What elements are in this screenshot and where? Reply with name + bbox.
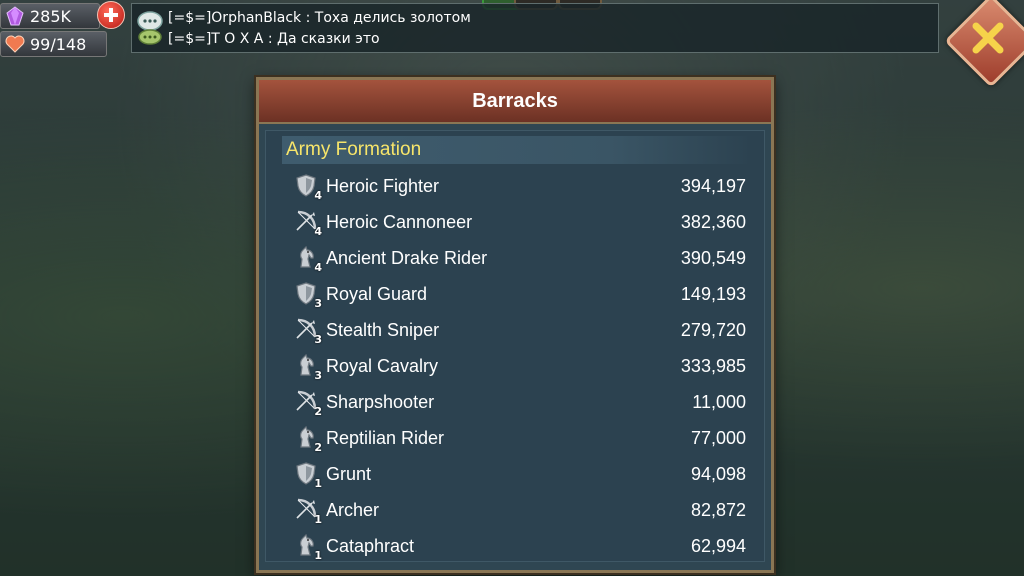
gems-value: 285K — [30, 6, 72, 26]
horse-icon: 2 — [294, 425, 322, 454]
bow-icon: 3 — [294, 317, 322, 346]
troop-tier: 3 — [314, 297, 322, 310]
troop-name: Heroic Cannoneer — [326, 211, 473, 232]
bow-icon: 1 — [294, 497, 322, 526]
troop-name: Grunt — [326, 463, 372, 484]
troop-name: Royal Cavalry — [326, 355, 439, 376]
troop-tier: 1 — [314, 549, 322, 562]
troop-count: 94,098 — [690, 463, 746, 484]
troop-tier: 3 — [314, 333, 322, 346]
chat-sender: [=$=]Т О Х А — [168, 31, 264, 47]
troop-row: 3 Royal Guard 149,193 — [294, 279, 746, 310]
chat-bar[interactable]: [=$=]OrphanBlack : Тоха делись золотом [… — [131, 3, 939, 53]
troop-count: 62,994 — [690, 535, 746, 556]
troop-name: Sharpshooter — [326, 391, 435, 412]
panel-body: Army Formation 4 Heroic Fighter 394,197 4 He… — [265, 130, 765, 562]
panel-header: Barracks — [259, 80, 771, 124]
add-gems-button[interactable] — [97, 1, 125, 29]
shield-icon: 4 — [294, 173, 322, 202]
troop-row: 4 Ancient Drake Rider 390,549 — [294, 243, 746, 274]
troop-count: 279,720 — [680, 319, 746, 340]
troop-row: 1 Grunt 94,098 — [294, 459, 746, 490]
chat-bubble-icon[interactable] — [136, 10, 164, 46]
chat-text: Да сказки это — [277, 31, 380, 47]
chat-sender: [=$=]OrphanBlack — [168, 10, 302, 26]
shield-icon: 1 — [294, 461, 322, 490]
troop-row: 2 Sharpshooter 11,000 — [294, 387, 746, 418]
chat-separator: : — [267, 31, 273, 47]
chat-separator: : — [305, 10, 311, 26]
troop-count: 394,197 — [680, 175, 746, 196]
troop-count: 333,985 — [680, 355, 746, 376]
gem-icon — [4, 5, 26, 27]
horse-icon: 1 — [294, 533, 322, 562]
panel-title: Barracks — [472, 89, 558, 112]
troop-tier: 2 — [314, 405, 322, 418]
troop-row: 4 Heroic Cannoneer 382,360 — [294, 207, 746, 238]
stamina-counter[interactable]: 99/148 — [0, 31, 107, 57]
troop-row: 3 Stealth Sniper 279,720 — [294, 315, 746, 346]
troop-row: 1 Archer 82,872 — [294, 495, 746, 526]
troop-row: 1 Cataphract 62,994 — [294, 531, 746, 562]
chat-text: Тоха делись золотом — [314, 10, 471, 26]
troop-row: 2 Reptilian Rider 77,000 — [294, 423, 746, 454]
section-title: Army Formation — [286, 139, 422, 160]
troop-count: 11,000 — [692, 391, 746, 412]
gems-counter[interactable]: 285K — [0, 3, 100, 29]
troop-tier: 3 — [314, 369, 322, 382]
troop-count: 390,549 — [680, 247, 746, 268]
troop-name: Reptilian Rider — [326, 427, 445, 448]
plus-icon — [104, 8, 118, 22]
troop-name: Cataphract — [326, 535, 415, 556]
chat-message: [=$=]Т О Х А : Да сказки это — [168, 31, 380, 47]
barracks-panel: Barracks Army Formation 4 Heroic Fighter 3… — [256, 77, 774, 573]
horse-icon: 4 — [294, 245, 322, 274]
troop-tier: 2 — [314, 441, 322, 454]
troop-tier: 4 — [314, 261, 322, 274]
troop-name: Stealth Sniper — [326, 319, 440, 340]
troop-name: Heroic Fighter — [326, 175, 440, 196]
horse-icon: 3 — [294, 353, 322, 382]
troop-name: Archer — [326, 499, 380, 520]
troop-name: Ancient Drake Rider — [326, 247, 488, 268]
chat-message: [=$=]OrphanBlack : Тоха делись золотом — [168, 10, 471, 26]
troop-count: 382,360 — [680, 211, 746, 232]
troop-row: 3 Royal Cavalry 333,985 — [294, 351, 746, 382]
troop-tier: 1 — [314, 513, 322, 526]
close-icon[interactable] — [955, 5, 1021, 71]
bow-icon: 2 — [294, 389, 322, 418]
heart-icon — [4, 33, 26, 55]
bow-icon: 4 — [294, 209, 322, 238]
troop-tier: 1 — [314, 477, 322, 490]
troop-tier: 4 — [314, 225, 322, 238]
stamina-value: 99/148 — [30, 34, 87, 54]
troop-count: 77,000 — [690, 427, 746, 448]
section-header: Army Formation — [282, 136, 752, 164]
troop-count: 149,193 — [680, 283, 746, 304]
shield-icon: 3 — [294, 281, 322, 310]
troop-count: 82,872 — [690, 499, 746, 520]
troop-tier: 4 — [314, 189, 322, 202]
troop-name: Royal Guard — [326, 283, 428, 304]
troop-row: 4 Heroic Fighter 394,197 — [294, 171, 746, 202]
